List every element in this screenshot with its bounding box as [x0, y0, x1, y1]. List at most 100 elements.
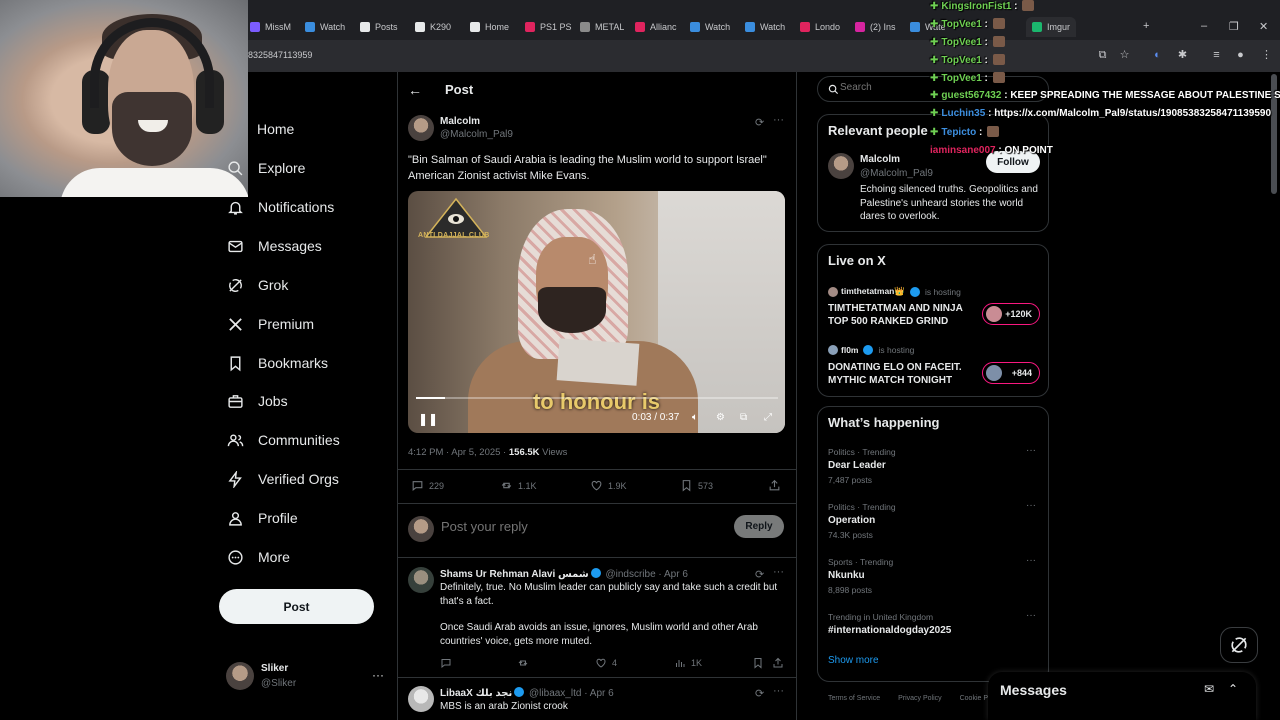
browser-tab[interactable]: MissM	[250, 17, 291, 37]
minimize-icon[interactable]: –	[1201, 20, 1207, 32]
nav-item-grok[interactable]: Grok	[226, 273, 288, 297]
nav-item-jobs[interactable]: Jobs	[226, 389, 288, 413]
views-action[interactable]: 1K	[674, 657, 702, 669]
reply-action[interactable]: 229	[411, 479, 444, 492]
post-button[interactable]: Post	[219, 589, 374, 624]
browser-tab[interactable]: Imgur	[1026, 17, 1077, 37]
browser-tab[interactable]: Allianc	[635, 17, 677, 37]
trend-name[interactable]: Nkunku	[828, 570, 865, 581]
puzzle-icon[interactable]: ✱	[1176, 49, 1189, 62]
live-title[interactable]: DONATING ELO ON FACEIT. MYTHIC MATCH TON…	[828, 361, 978, 387]
reply-avatar[interactable]	[408, 686, 434, 712]
new-message-icon[interactable]: ✉	[1204, 682, 1214, 696]
share-action[interactable]	[768, 479, 781, 492]
repost-action[interactable]	[517, 657, 529, 669]
account-switcher[interactable]: Sliker @Sliker ···	[226, 660, 386, 694]
nav-item-notifications[interactable]: Notifications	[226, 195, 334, 219]
nav-item-bookmarks[interactable]: Bookmarks	[226, 351, 328, 375]
video-player[interactable]: ANTI DAJJAL CLUB to honour is ❚❚ 0:03 / …	[408, 191, 785, 433]
star-icon[interactable]: ☆	[1118, 49, 1131, 62]
picture-in-picture-icon[interactable]: ⧉	[740, 412, 747, 423]
reply-avatar[interactable]	[408, 567, 434, 593]
browser-tab[interactable]: Watch	[745, 17, 785, 37]
browser-tab[interactable]: Watch	[690, 17, 730, 37]
expand-chevron-icon[interactable]: ⌃	[1228, 682, 1238, 696]
more-dots-icon[interactable]: ···	[372, 668, 384, 682]
reply-author[interactable]: LibaaX نجد بلك @libaax_ltd · Apr 6	[440, 687, 614, 699]
reply-input[interactable]	[441, 519, 721, 534]
pause-icon[interactable]: ❚❚	[418, 412, 438, 426]
cookie-link[interactable]: Cookie P	[960, 695, 988, 702]
nav-item-profile[interactable]: Profile	[226, 506, 298, 530]
live-title[interactable]: TIMTHETATMAN AND NINJA TOP 500 RANKED GR…	[828, 302, 978, 328]
author-handle[interactable]: @Malcolm_Pal9	[440, 129, 513, 140]
grok-explain-icon[interactable]: ⟳	[755, 116, 764, 129]
address-bar[interactable]: 8325847113959 ⧉ ☆ ◐ ✱ ≡ ● ⋮	[248, 40, 1280, 72]
like-action[interactable]: 1.9K	[590, 479, 627, 492]
reply-action[interactable]	[440, 657, 452, 669]
grok-button[interactable]	[1220, 627, 1258, 663]
more-dots-icon[interactable]: ···	[1026, 610, 1036, 621]
share-action[interactable]	[772, 657, 784, 669]
like-action[interactable]: 4	[595, 657, 617, 669]
repost-action[interactable]: 1.1K	[500, 479, 537, 492]
reply-author[interactable]: Shams Ur Rehman Alavi شمس @indscribe · A…	[440, 568, 688, 580]
extension-icon[interactable]: ◐	[1151, 49, 1164, 62]
url-text[interactable]: 8325847113959	[248, 50, 312, 60]
relevant-handle[interactable]: @Malcolm_Pal9	[860, 168, 933, 179]
live-listeners-pill[interactable]: +120K	[982, 303, 1040, 325]
grok-explain-icon[interactable]: ⟳	[755, 568, 764, 581]
tweet-timestamp[interactable]: 4:12 PM · Apr 5, 2025	[408, 447, 500, 458]
nav-item-communities[interactable]: Communities	[226, 428, 340, 452]
browser-tab[interactable]: Posts	[360, 17, 398, 37]
trend-name[interactable]: #internationaldogday2025	[828, 625, 951, 636]
more-dots-icon[interactable]: ···	[1026, 555, 1036, 566]
more-dots-icon[interactable]: ···	[773, 114, 784, 126]
close-window-icon[interactable]: ✕	[1259, 20, 1268, 33]
browser-tab[interactable]: Londo	[800, 17, 840, 37]
browser-menu-icon[interactable]: ⋮	[1260, 49, 1273, 62]
browser-tab[interactable]: K290	[415, 17, 451, 37]
nav-item-more[interactable]: More	[226, 545, 290, 569]
browser-tab[interactable]: (2) Ins	[855, 17, 896, 37]
trend-name[interactable]: Dear Leader	[828, 460, 886, 471]
nav-item-home[interactable]: Home	[257, 117, 294, 141]
privacy-link[interactable]: Privacy Policy	[898, 695, 942, 702]
more-dots-icon[interactable]: ···	[773, 566, 784, 578]
browser-tab[interactable]: Home	[470, 17, 509, 37]
fullscreen-icon[interactable]: ⤢	[764, 412, 772, 423]
new-tab-icon[interactable]: +	[1143, 20, 1149, 32]
nav-item-premium[interactable]: Premium	[226, 312, 314, 336]
author-avatar[interactable]	[408, 115, 434, 141]
scrollbar[interactable]	[1270, 72, 1278, 712]
terms-link[interactable]: Terms of Service	[828, 695, 880, 702]
bookmark-action[interactable]: 573	[680, 479, 713, 492]
relevant-name[interactable]: Malcolm	[860, 154, 900, 165]
more-dots-icon[interactable]: ···	[1026, 500, 1036, 511]
more-dots-icon[interactable]: ···	[1026, 445, 1036, 456]
reply-button[interactable]: Reply	[734, 515, 784, 538]
avatar[interactable]	[828, 153, 854, 179]
browser-tab[interactable]: METAL	[580, 17, 624, 37]
live-listeners-pill[interactable]: +844	[982, 362, 1040, 384]
volume-icon[interactable]: 🔈︎	[692, 412, 698, 423]
browser-tab[interactable]: PS1 PS	[525, 17, 572, 37]
nav-item-messages[interactable]: Messages	[226, 234, 322, 258]
live-host[interactable]: timthetatman👑 is hosting	[828, 286, 961, 297]
grok-explain-icon[interactable]: ⟳	[755, 687, 764, 700]
nav-item-verified-orgs[interactable]: Verified Orgs	[226, 467, 339, 491]
trend-name[interactable]: Operation	[828, 515, 875, 526]
show-more-link[interactable]: Show more	[828, 655, 879, 666]
browser-tab[interactable]: Watch	[305, 17, 345, 37]
bookmark-action[interactable]	[752, 657, 764, 669]
author-name[interactable]: Malcolm	[440, 116, 480, 127]
messages-drawer[interactable]: Messages ✉ ⌃	[988, 672, 1256, 720]
back-arrow-icon[interactable]: ←	[408, 82, 422, 98]
nav-item-explore[interactable]: Explore	[226, 156, 305, 180]
video-progress-bar[interactable]	[416, 397, 778, 399]
install-icon[interactable]: ⧉	[1096, 49, 1109, 62]
settings-gear-icon[interactable]: ⚙	[716, 412, 725, 423]
profile-icon[interactable]: ●	[1234, 49, 1247, 62]
maximize-icon[interactable]: ❐	[1229, 20, 1239, 33]
live-host[interactable]: fl0m is hosting	[828, 345, 914, 355]
